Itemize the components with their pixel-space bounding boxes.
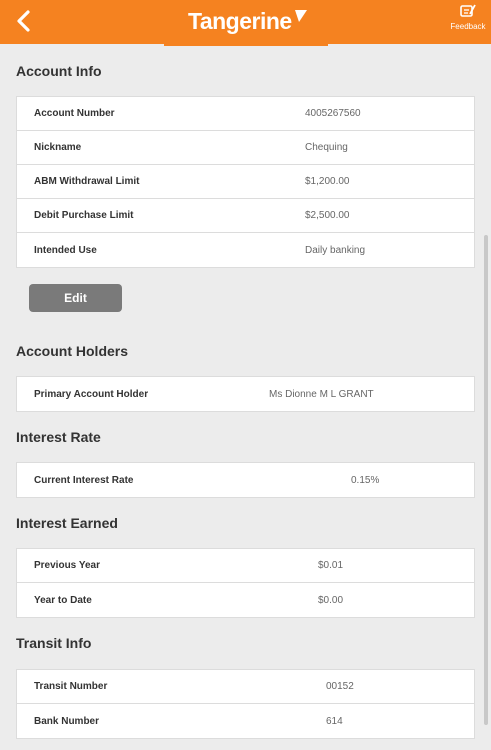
back-button[interactable] xyxy=(10,6,40,36)
tangerine-logo: Tangerine xyxy=(188,5,308,37)
row-label: Current Interest Rate xyxy=(34,474,134,486)
row-label: Previous Year xyxy=(34,560,100,571)
row-label: Debit Purchase Limit xyxy=(34,210,134,221)
table-row: Nickname Chequing xyxy=(17,131,474,165)
row-value: Ms Dionne M L GRANT xyxy=(269,388,374,400)
row-value: $1,200.00 xyxy=(305,176,350,187)
chevron-left-icon xyxy=(17,10,30,32)
edit-button[interactable]: Edit xyxy=(29,284,122,312)
interest-earned-table: Previous Year $0.01 Year to Date $0.00 xyxy=(16,548,475,618)
table-row: Bank Number 614 xyxy=(17,704,474,738)
row-label: Intended Use xyxy=(34,244,97,256)
section-title-transit-info: Transit Info xyxy=(16,635,92,651)
table-row: Transit Number 00152 xyxy=(17,670,474,704)
row-value: $2,500.00 xyxy=(305,210,350,221)
feedback-label: Feedback xyxy=(450,22,486,31)
row-label: Nickname xyxy=(34,142,82,153)
row-value: 00152 xyxy=(326,681,354,692)
row-label: Transit Number xyxy=(34,681,108,692)
scrollbar[interactable] xyxy=(484,235,488,725)
table-row: Previous Year $0.01 xyxy=(17,549,474,583)
section-title-interest-rate: Interest Rate xyxy=(16,429,101,445)
row-value: Chequing xyxy=(305,142,348,153)
interest-rate-table: Current Interest Rate 0.15% xyxy=(16,462,475,498)
table-row: Account Number 4005267560 xyxy=(17,97,474,131)
row-value: Daily banking xyxy=(305,244,366,256)
table-row: Current Interest Rate 0.15% xyxy=(17,463,474,497)
row-value: $0.00 xyxy=(318,594,344,606)
table-row: Year to Date $0.00 xyxy=(17,583,474,617)
row-label: Account Number xyxy=(34,108,115,119)
table-row: ABM Withdrawal Limit $1,200.00 xyxy=(17,165,474,199)
section-title-account-info: Account Info xyxy=(16,63,102,79)
logo-mark-icon xyxy=(294,10,307,22)
row-label: Bank Number xyxy=(34,715,100,727)
feedback-button[interactable]: Feedback xyxy=(446,0,490,40)
account-holders-table: Primary Account Holder Ms Dionne M L GRA… xyxy=(16,376,475,412)
section-title-interest-earned: Interest Earned xyxy=(16,515,118,531)
row-label: Year to Date xyxy=(34,594,92,606)
feedback-edit-icon xyxy=(460,4,476,17)
row-label: ABM Withdrawal Limit xyxy=(34,176,140,187)
table-row: Primary Account Holder Ms Dionne M L GRA… xyxy=(17,377,474,411)
table-row: Intended Use Daily banking xyxy=(17,233,474,267)
row-label: Primary Account Holder xyxy=(34,388,149,400)
logo-text: Tangerine xyxy=(188,7,292,34)
app-header: Tangerine Feedback xyxy=(0,0,491,44)
row-value: 614 xyxy=(326,715,343,727)
row-value: $0.01 xyxy=(318,560,344,571)
table-row: Debit Purchase Limit $2,500.00 xyxy=(17,199,474,233)
section-title-account-holders: Account Holders xyxy=(16,343,129,359)
row-value: 4005267560 xyxy=(305,108,361,119)
header-tab-indicator xyxy=(164,44,328,46)
transit-info-table: Transit Number 00152 Bank Number 614 xyxy=(16,669,475,739)
row-value: 0.15% xyxy=(351,474,380,486)
account-info-table: Account Number 4005267560 Nickname Chequ… xyxy=(16,96,475,268)
